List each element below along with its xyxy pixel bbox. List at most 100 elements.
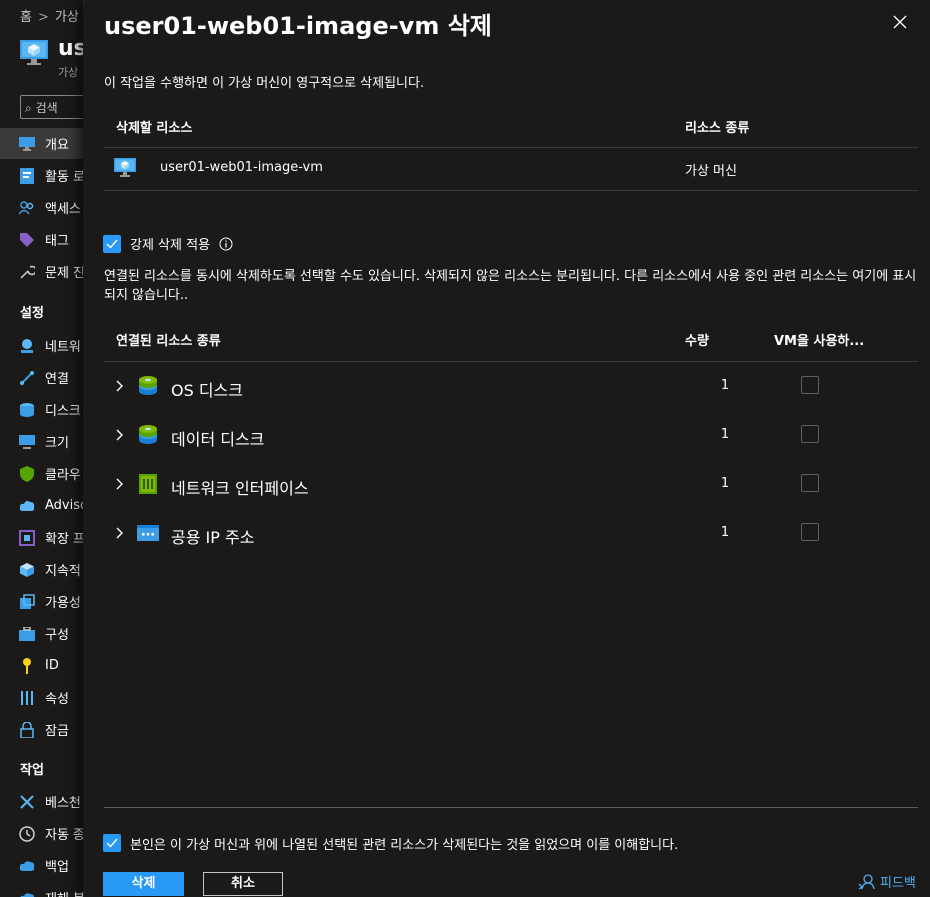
search-input[interactable]: ⌕ 검색 xyxy=(20,95,83,119)
resource-name: user01-web01-image-vm xyxy=(160,160,323,175)
associated-row-label: OS 디스크 xyxy=(171,381,243,400)
vm-icon xyxy=(114,158,136,177)
nav-item-advisor[interactable]: Adviso xyxy=(0,490,83,521)
nav-item-defender[interactable]: 클라우 xyxy=(0,458,83,489)
wrench-icon xyxy=(19,264,35,280)
col-header-quantity: 수량 xyxy=(685,334,709,349)
breadcrumb-home[interactable]: 홈 xyxy=(20,10,32,25)
extension-icon xyxy=(19,529,35,546)
chevron-right-icon[interactable] xyxy=(114,478,126,490)
nav-item-bastion[interactable]: 베스천 xyxy=(0,786,83,817)
advisor-icon xyxy=(19,498,35,514)
nav-item-configuration[interactable]: 구성 xyxy=(0,618,83,649)
divider xyxy=(104,147,918,148)
disk-icon xyxy=(139,425,157,444)
delete-os-disk-checkbox[interactable] xyxy=(801,376,819,394)
toolbox-icon xyxy=(19,626,35,642)
nav-item-auto-shutdown[interactable]: 자동 종 xyxy=(0,818,83,849)
cube-icon xyxy=(19,562,35,578)
cloud-icon xyxy=(19,858,35,874)
nav-item-identity[interactable]: ID xyxy=(0,650,83,681)
nav-item-extensions[interactable]: 확장 프 xyxy=(0,522,83,553)
nav-item-connect[interactable]: 연결 xyxy=(0,362,83,393)
dialog-title: user01-web01-image-vm 삭제 xyxy=(104,12,492,40)
settings-header: 설정 xyxy=(20,306,44,321)
associated-row-label: 네트워크 인터페이스 xyxy=(171,479,309,498)
properties-icon xyxy=(19,690,35,706)
lock-icon xyxy=(19,721,35,738)
people-icon xyxy=(19,200,35,216)
nav-item-locks[interactable]: 잠금 xyxy=(0,714,83,745)
footer-divider xyxy=(104,807,918,808)
nav-item-access[interactable]: 액세스 xyxy=(0,192,83,223)
monitor-icon xyxy=(19,434,35,450)
background-blade: 홈 > 가상 us 가상 ⌕ 검색 개요 활동 로 액세스 태그 문제 진 설정 네… xyxy=(0,0,84,897)
delete-vm-dialog: user01-web01-image-vm 삭제 이 작업을 수행하면 이 가상… xyxy=(84,0,930,897)
associated-row-qty: 1 xyxy=(720,427,730,442)
nav-item-activity-log[interactable]: 활동 로 xyxy=(0,160,83,191)
breadcrumb-vm[interactable]: 가상 xyxy=(55,10,79,25)
operations-header: 작업 xyxy=(20,763,44,778)
associated-row-label: 공용 IP 주소 xyxy=(171,528,255,547)
nav-item-backup[interactable]: 백업 xyxy=(0,850,83,881)
shield-icon xyxy=(19,465,35,482)
public-ip-icon xyxy=(137,525,159,541)
col-header-resource: 삭제할 리소스 xyxy=(116,121,193,136)
nav-item-tags[interactable]: 태그 xyxy=(0,224,83,255)
chevron-right-icon[interactable] xyxy=(114,527,126,539)
cloud-icon xyxy=(19,890,35,897)
force-delete-label: 강제 삭제 적용 xyxy=(130,238,211,253)
nav-item-diagnose[interactable]: 문제 진 xyxy=(0,256,83,287)
delete-network-interface-checkbox[interactable] xyxy=(801,474,819,492)
col-header-used-by-vm: VM을 사용하... xyxy=(774,334,865,349)
associated-row-qty: 1 xyxy=(720,525,730,540)
nav-item-overview[interactable]: 개요 xyxy=(0,128,83,159)
availability-icon xyxy=(19,593,35,610)
delete-data-disk-checkbox[interactable] xyxy=(801,425,819,443)
nav-item-networking[interactable]: 네트워 xyxy=(0,330,83,361)
nav-item-disaster-recovery[interactable]: 재해 복 xyxy=(0,882,83,897)
network-icon xyxy=(19,338,35,354)
monitor-icon xyxy=(19,136,35,152)
connect-icon xyxy=(19,370,35,386)
nav-item-properties[interactable]: 속성 xyxy=(0,682,83,713)
divider xyxy=(104,361,918,362)
chevron-right-icon[interactable] xyxy=(114,429,126,441)
nav-item-availability[interactable]: 가용성 xyxy=(0,586,83,617)
force-delete-checkbox[interactable] xyxy=(103,235,121,253)
feedback-link[interactable]: 피드백 xyxy=(858,872,916,891)
page-subtitle: 가상 xyxy=(58,66,79,79)
bastion-icon xyxy=(19,794,35,810)
associated-row-qty: 1 xyxy=(720,378,730,393)
activity-log-icon xyxy=(19,167,35,184)
close-icon[interactable] xyxy=(890,12,910,32)
resource-type: 가상 머신 xyxy=(685,164,737,179)
associated-row-label: 데이터 디스크 xyxy=(171,430,265,449)
col-header-associated-type: 연결된 리소스 종류 xyxy=(116,334,221,349)
delete-button[interactable]: 삭제 xyxy=(103,872,184,896)
key-icon xyxy=(19,657,35,674)
delete-public-ip-checkbox[interactable] xyxy=(801,523,819,541)
associated-row-qty: 1 xyxy=(720,476,730,491)
nav-item-size[interactable]: 크기 xyxy=(0,426,83,457)
vm-icon xyxy=(20,40,48,65)
col-header-resource-type: 리소스 종류 xyxy=(685,121,750,136)
search-icon: ⌕ xyxy=(25,101,32,115)
clock-icon xyxy=(19,825,35,842)
tag-icon xyxy=(19,232,35,248)
chevron-right-icon[interactable] xyxy=(114,380,126,392)
dialog-description: 이 작업을 수행하면 이 가상 머신이 영구적으로 삭제됩니다. xyxy=(104,76,425,91)
associated-resources-text: 연결된 리소스를 동시에 삭제하도록 선택할 수도 있습니다. 삭제되지 않은 … xyxy=(104,269,917,303)
feedback-icon xyxy=(858,873,875,890)
nav-item-disks[interactable]: 디스크 xyxy=(0,394,83,425)
breadcrumb: 홈 > 가상 xyxy=(20,10,79,25)
disk-icon xyxy=(19,402,35,418)
disk-icon xyxy=(139,376,157,395)
page-title: us xyxy=(58,36,84,61)
network-interface-icon xyxy=(139,474,157,494)
cancel-button[interactable]: 취소 xyxy=(203,872,283,896)
divider xyxy=(104,190,918,191)
info-icon[interactable] xyxy=(219,237,233,251)
nav-item-continuous-delivery[interactable]: 지속적 xyxy=(0,554,83,585)
confirm-checkbox[interactable] xyxy=(103,834,121,852)
